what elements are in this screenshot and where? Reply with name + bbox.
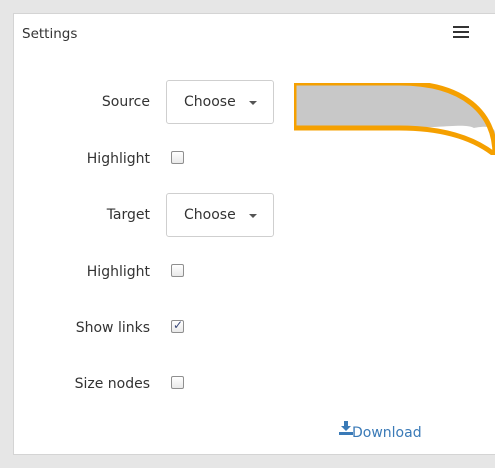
highlight-source-checkbox[interactable] <box>171 151 184 164</box>
source-select-value: Choose <box>184 94 236 110</box>
source-label: Source <box>101 94 150 110</box>
target-label: Target <box>106 207 150 223</box>
chevron-down-icon <box>249 214 257 218</box>
download-icon[interactable] <box>339 421 353 435</box>
highlight-target-checkbox[interactable] <box>171 264 184 277</box>
show-links-label: Show links <box>75 320 150 336</box>
source-select[interactable]: Choose <box>166 80 274 124</box>
highlight-source-label: Highlight <box>86 151 150 167</box>
target-select-value: Choose <box>184 207 236 223</box>
size-nodes-label: Size nodes <box>74 376 150 392</box>
hamburger-menu-icon[interactable] <box>453 26 469 40</box>
chevron-down-icon <box>249 101 257 105</box>
size-nodes-checkbox[interactable] <box>171 376 184 389</box>
menu-line <box>453 31 469 33</box>
menu-line <box>453 36 469 38</box>
show-links-checkbox[interactable]: ✓ <box>171 318 184 333</box>
menu-line <box>453 26 469 28</box>
checkmark-icon: ✓ <box>173 318 184 332</box>
graph-edge-shape <box>294 83 495 155</box>
target-select[interactable]: Choose <box>166 193 274 237</box>
panel-title: Settings <box>22 26 78 42</box>
download-link[interactable]: Download <box>352 425 422 441</box>
highlight-target-label: Highlight <box>86 264 150 280</box>
